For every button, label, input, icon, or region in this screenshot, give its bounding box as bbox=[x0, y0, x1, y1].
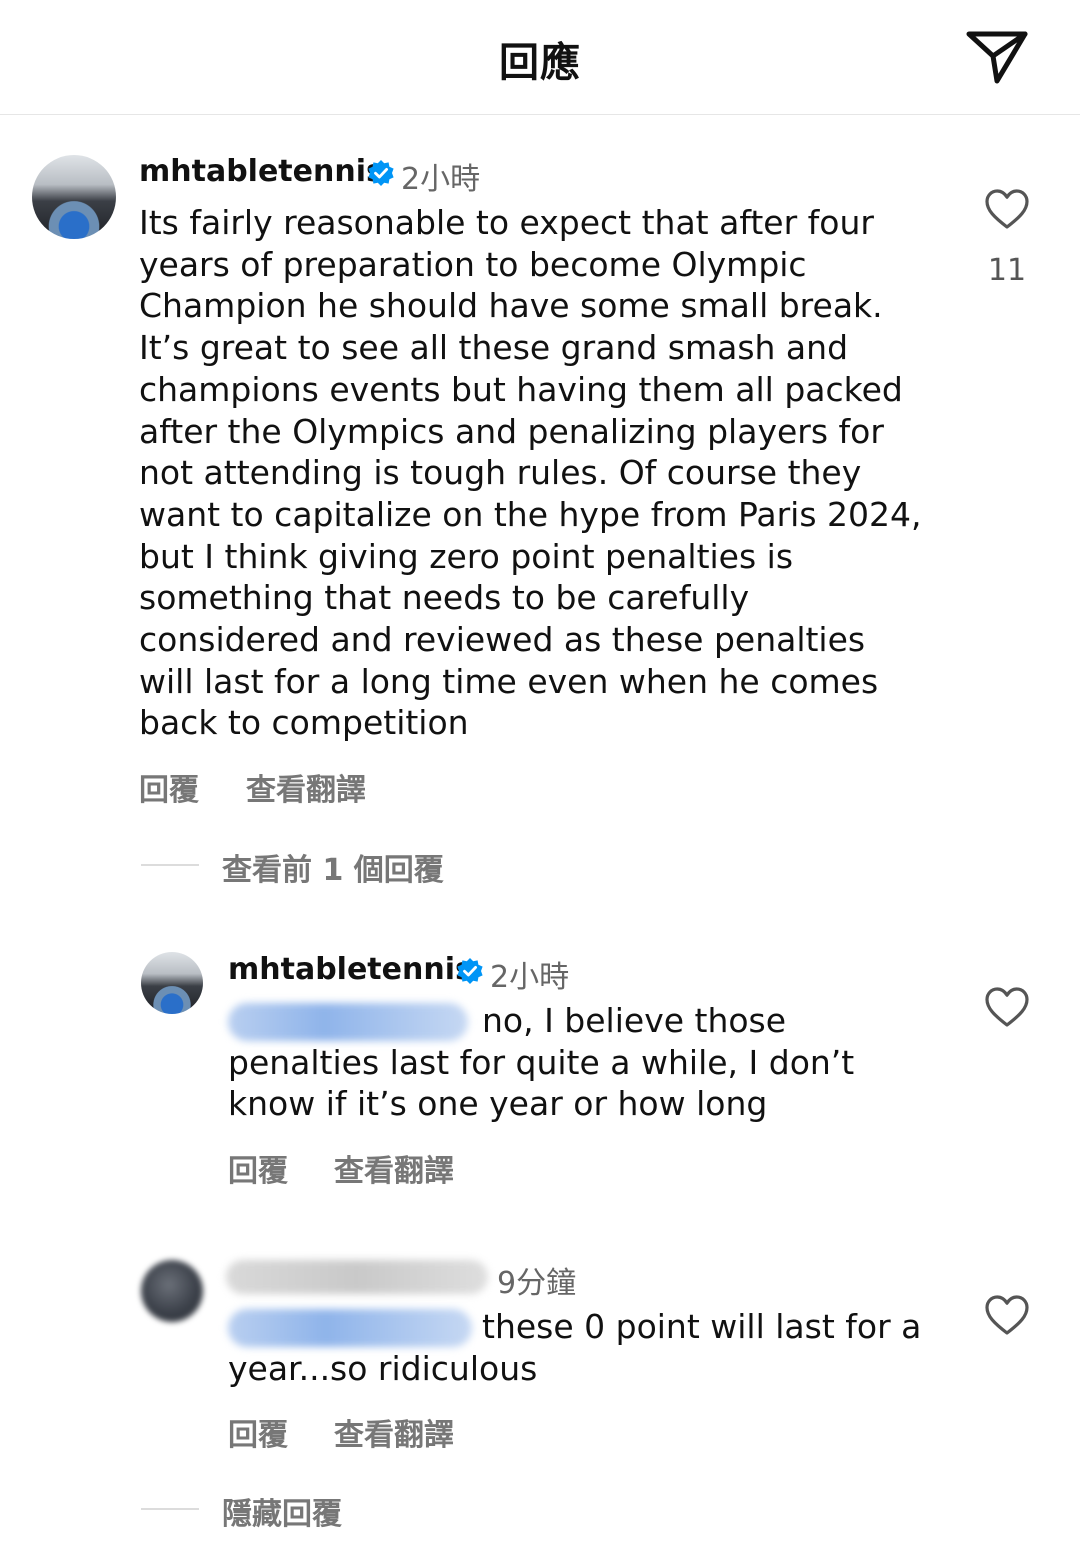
reply-time: 2小時 bbox=[490, 960, 570, 995]
reply-button[interactable]: 回覆 bbox=[139, 765, 199, 809]
header-bar: 回應 bbox=[0, 0, 1080, 115]
reply-button[interactable]: 回覆 bbox=[228, 1146, 288, 1190]
comment-username[interactable]: mhtabletennis bbox=[139, 154, 384, 189]
view-translation-button[interactable]: 查看翻譯 bbox=[334, 1410, 454, 1454]
reply-text: these 0 point will last for a year...so … bbox=[228, 1307, 922, 1388]
reply-text: no, I believe those penalties last for q… bbox=[228, 1001, 855, 1124]
blurred-username bbox=[226, 1260, 488, 1294]
paper-plane-icon[interactable] bbox=[964, 28, 1030, 86]
reply-username[interactable]: mhtabletennis bbox=[228, 952, 473, 987]
hide-replies-button[interactable]: 隱藏回覆 bbox=[222, 1489, 342, 1533]
view-translation-button[interactable]: 查看翻譯 bbox=[246, 765, 366, 809]
comment-time: 2小時 bbox=[401, 162, 481, 197]
reply-time: 9分鐘 bbox=[497, 1266, 577, 1301]
heart-icon[interactable] bbox=[984, 1294, 1030, 1336]
thread-divider bbox=[141, 864, 199, 866]
heart-icon[interactable] bbox=[984, 986, 1030, 1028]
verified-badge-icon bbox=[457, 958, 483, 984]
view-previous-replies-button[interactable]: 查看前 1 個回覆 bbox=[222, 845, 444, 889]
avatar[interactable] bbox=[32, 155, 116, 239]
view-translation-button[interactable]: 查看翻譯 bbox=[334, 1146, 454, 1190]
thread-divider bbox=[141, 1508, 199, 1510]
comment-text: Its fairly reasonable to expect that aft… bbox=[139, 203, 922, 743]
avatar[interactable] bbox=[141, 952, 203, 1014]
like-count: 11 bbox=[987, 253, 1027, 288]
verified-badge-icon bbox=[368, 160, 394, 186]
avatar[interactable] bbox=[141, 1260, 203, 1322]
heart-icon[interactable] bbox=[984, 188, 1030, 230]
reply-button[interactable]: 回覆 bbox=[228, 1410, 288, 1454]
page-title: 回應 bbox=[499, 40, 581, 86]
